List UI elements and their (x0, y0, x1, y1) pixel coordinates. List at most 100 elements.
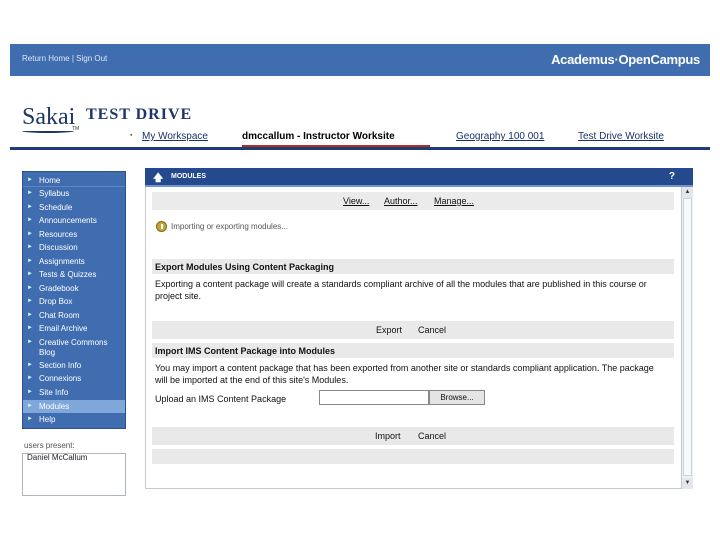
sidebar-item-label: Tests & Quizzes (39, 270, 97, 279)
sidebar-item-schedule[interactable]: ► Schedule (23, 203, 125, 212)
sidebar-item-label: Home (39, 176, 61, 185)
sidebar-item-section-info[interactable]: ► Section Info (23, 361, 125, 370)
sidebar-item-discussion[interactable]: ► Discussion (23, 243, 125, 252)
tab-instructor-worksite[interactable]: dmccallum - Instructor Worksite (242, 131, 395, 142)
arrow-right-icon: ► (27, 362, 33, 368)
sidebar-item-label: Creative Commons (39, 338, 108, 347)
sidebar-item-resources[interactable]: ► Resources (23, 230, 125, 239)
import-description: You may import a content package that ha… (155, 363, 654, 385)
top-links-separator: | (71, 54, 74, 63)
upload-file-field[interactable] (319, 390, 429, 405)
modules-menu-bar: View... Author... Manage... (152, 192, 674, 210)
sidebar-item-label: Schedule (39, 203, 73, 212)
top-bar: Return Home | Sign Out Academus·OpenCamp… (10, 44, 710, 76)
sidebar-item-label: Discussion (39, 243, 78, 252)
sidebar-item-connexions[interactable]: ► Connexions (23, 374, 125, 383)
sidebar-item-label: Email Archive (39, 324, 88, 333)
sidebar-item-label: Gradebook (39, 284, 79, 293)
view-menu-link[interactable]: View... (343, 196, 369, 206)
arrow-right-icon: ► (27, 375, 33, 381)
sidebar-item-announcements[interactable]: ► Announcements (23, 216, 125, 225)
export-cancel-button[interactable]: Cancel (418, 325, 446, 335)
browse-button[interactable]: Browse... (429, 390, 485, 405)
users-present-list[interactable]: Daniel McCallum (22, 453, 126, 496)
author-menu-link[interactable]: Author... (384, 196, 418, 206)
scroll-thumb[interactable] (683, 198, 692, 476)
site-title: TEST DRIVE (86, 106, 193, 123)
sidebar: ► Home ► Syllabus ► Schedule ► Announcements… (22, 171, 126, 429)
scroll-down-icon[interactable]: ▼ (682, 478, 693, 489)
arrow-right-icon: ► (27, 325, 33, 331)
export-button[interactable]: Export (376, 325, 402, 335)
tool-title: MODULES (171, 173, 206, 180)
sidebar-item-label: Syllabus (39, 189, 70, 198)
arrow-right-icon: ► (27, 190, 33, 196)
help-icon[interactable]: ? (669, 171, 675, 182)
arrow-right-icon: ► (27, 416, 33, 422)
return-home-link[interactable]: Return Home (22, 54, 70, 63)
tab-test-drive-worksite[interactable]: Test Drive Worksite (578, 131, 664, 142)
sidebar-item-modules[interactable]: ► Modules (23, 400, 125, 413)
import-button[interactable]: Import (375, 431, 401, 441)
sidebar-item-label: Resources (39, 230, 78, 239)
sidebar-item-drop-box[interactable]: ► Drop Box (23, 297, 125, 306)
sidebar-item-syllabus[interactable]: ► Syllabus (23, 189, 125, 198)
users-present-label: users present: (24, 441, 75, 450)
sidebar-item-label: Help (39, 415, 56, 424)
vertical-scrollbar[interactable]: ▲ ▼ (681, 187, 693, 489)
arrow-right-icon: ► (27, 258, 33, 264)
arrow-right-icon: ► (27, 389, 33, 395)
sidebar-item-tests-quizzes[interactable]: ► Tests & Quizzes (23, 270, 125, 279)
sidebar-item-site-info[interactable]: ► Site Info (23, 388, 125, 397)
arrow-right-icon: ► (27, 217, 33, 223)
instruction-text: Importing or exporting modules... (171, 222, 288, 231)
sidebar-item-assignments[interactable]: ► Assignments (23, 257, 125, 266)
info-icon (156, 221, 167, 232)
sidebar-item-label: Chat Room (39, 311, 80, 320)
footer-bar (152, 449, 674, 464)
arrow-right-icon: ► (27, 177, 33, 183)
export-description: Exporting a content package will create … (155, 279, 647, 301)
sidebar-item-creative-commons[interactable]: ► Creative Commons (23, 338, 125, 347)
sidebar-divider (23, 186, 125, 187)
import-section-heading: Import IMS Content Package into Modules (155, 346, 336, 356)
arrow-right-icon: ► (27, 312, 33, 318)
sidebar-item-help[interactable]: ► Help (23, 415, 125, 424)
sidebar-item-label: Modules (39, 402, 70, 411)
sidebar-item-label: Connexions (39, 374, 82, 383)
arrow-right-icon: ► (27, 298, 33, 304)
export-section-heading: Export Modules Using Content Packaging (155, 262, 335, 272)
sakai-logo: Sakai (22, 104, 76, 130)
manage-menu-link[interactable]: Manage... (434, 196, 474, 206)
sidebar-item-home[interactable]: ► Home (23, 176, 125, 185)
export-actions-bar (152, 321, 674, 339)
trademark-mark: TM (72, 126, 80, 132)
user-name: Daniel McCallum (27, 453, 88, 462)
sidebar-item-label: Drop Box (39, 297, 73, 306)
brand-logo: Academus·OpenCampus (551, 52, 700, 67)
tab-my-workspace[interactable]: My Workspace (142, 131, 208, 142)
import-cancel-button[interactable]: Cancel (418, 431, 446, 441)
tab-bullet-icon: ▪ (130, 132, 133, 139)
page: Return Home | Sign Out Academus·OpenCamp… (0, 0, 720, 540)
sidebar-item-blog[interactable]: Blog (23, 348, 125, 357)
sidebar-item-label: Announcements (39, 216, 97, 225)
top-links: Return Home | Sign Out (22, 54, 107, 63)
sidebar-item-gradebook[interactable]: ► Gradebook (23, 284, 125, 293)
up-arrow-icon[interactable]: 🡅 (153, 171, 163, 188)
sidebar-item-label: Assignments (39, 257, 85, 266)
sidebar-item-label: Blog (39, 348, 56, 357)
scroll-up-icon[interactable]: ▲ (682, 187, 693, 198)
tab-geography[interactable]: Geography 100 001 (456, 131, 544, 142)
sidebar-item-chat-room[interactable]: ► Chat Room (23, 311, 125, 320)
sign-out-link[interactable]: Sign Out (76, 54, 107, 63)
arrow-right-icon: ► (27, 285, 33, 291)
arrow-right-icon: ► (27, 339, 33, 345)
arrow-right-icon: ► (27, 403, 33, 409)
arrow-right-icon: ► (27, 204, 33, 210)
header-divider (10, 147, 710, 150)
sidebar-item-email-archive[interactable]: ► Email Archive (23, 324, 125, 333)
upload-label: Upload an IMS Content Package (155, 394, 287, 404)
import-actions-bar (152, 427, 674, 445)
sidebar-item-label: Site Info (39, 388, 69, 397)
